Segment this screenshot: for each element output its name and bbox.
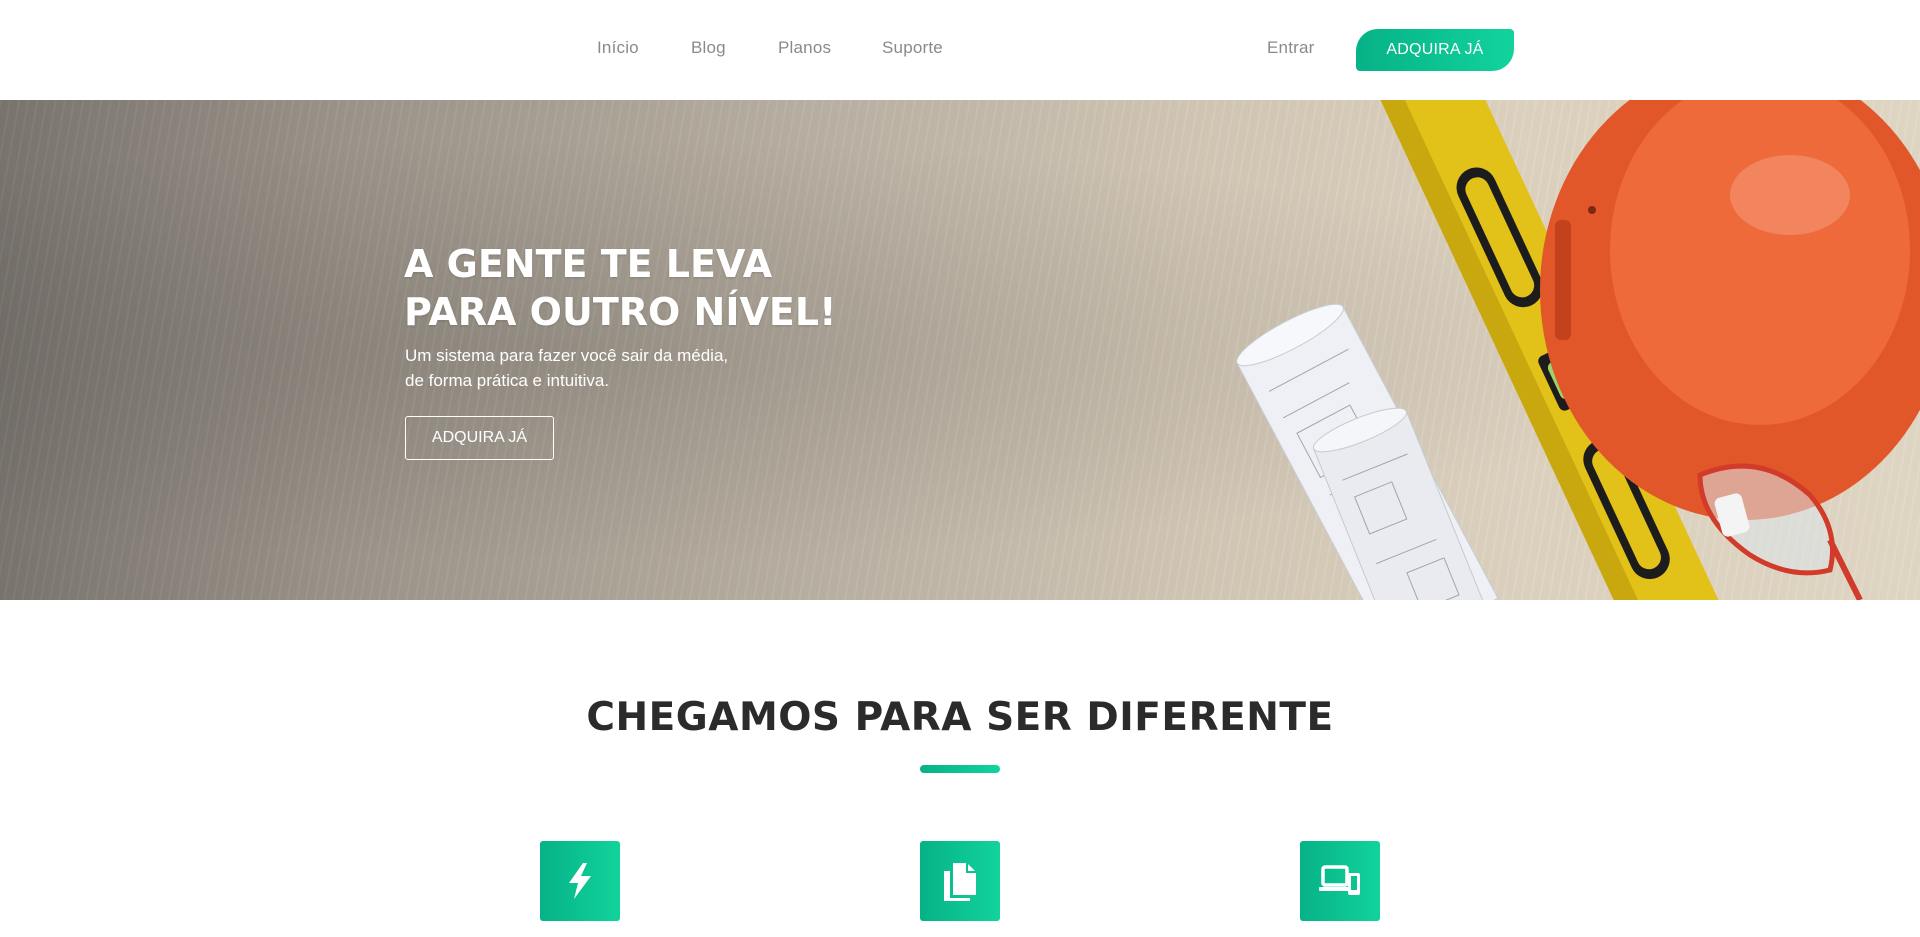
hero-subtitle-line2: de forma prática e intuitiva. [405, 371, 610, 390]
hero-title: A GENTE TE LEVA PARA OUTRO NÍVEL! [404, 240, 924, 336]
hero-banner: A GENTE TE LEVA PARA OUTRO NÍVEL! Um sis… [0, 100, 1920, 600]
nav-item-blog[interactable]: Blog [691, 38, 726, 58]
title-underline [920, 765, 1000, 773]
nav-item-planos[interactable]: Planos [778, 38, 831, 58]
devices-icon [1319, 865, 1360, 895]
feature-devices [1300, 841, 1380, 921]
nav-item-suporte[interactable]: Suporte [882, 38, 943, 58]
nav-item-inicio[interactable]: Início [597, 38, 639, 58]
section-title: CHEGAMOS PARA SER DIFERENTE [586, 695, 1334, 740]
feature-documents [920, 841, 1000, 921]
hero-title-line1: A GENTE TE LEVA [404, 242, 773, 286]
hero-title-line2: PARA OUTRO NÍVEL! [404, 290, 837, 334]
hero-subtitle-line1: Um sistema para fazer você sair da média… [405, 346, 729, 365]
documents-icon [944, 863, 976, 901]
blueprint-rolls-image [1236, 303, 1499, 600]
site-header: Início Blog Planos Suporte Entrar ADQUIR… [0, 0, 1920, 100]
header-cta-button[interactable]: ADQUIRA JÁ [1356, 29, 1514, 71]
lightning-icon [569, 863, 591, 899]
login-link[interactable]: Entrar [1267, 38, 1315, 58]
feature-lightning [540, 841, 620, 921]
construction-tools-illustration [1236, 100, 1920, 600]
hero-subtitle: Um sistema para fazer você sair da média… [405, 343, 728, 393]
hero-cta-button[interactable]: ADQUIRA JÁ [405, 416, 554, 460]
